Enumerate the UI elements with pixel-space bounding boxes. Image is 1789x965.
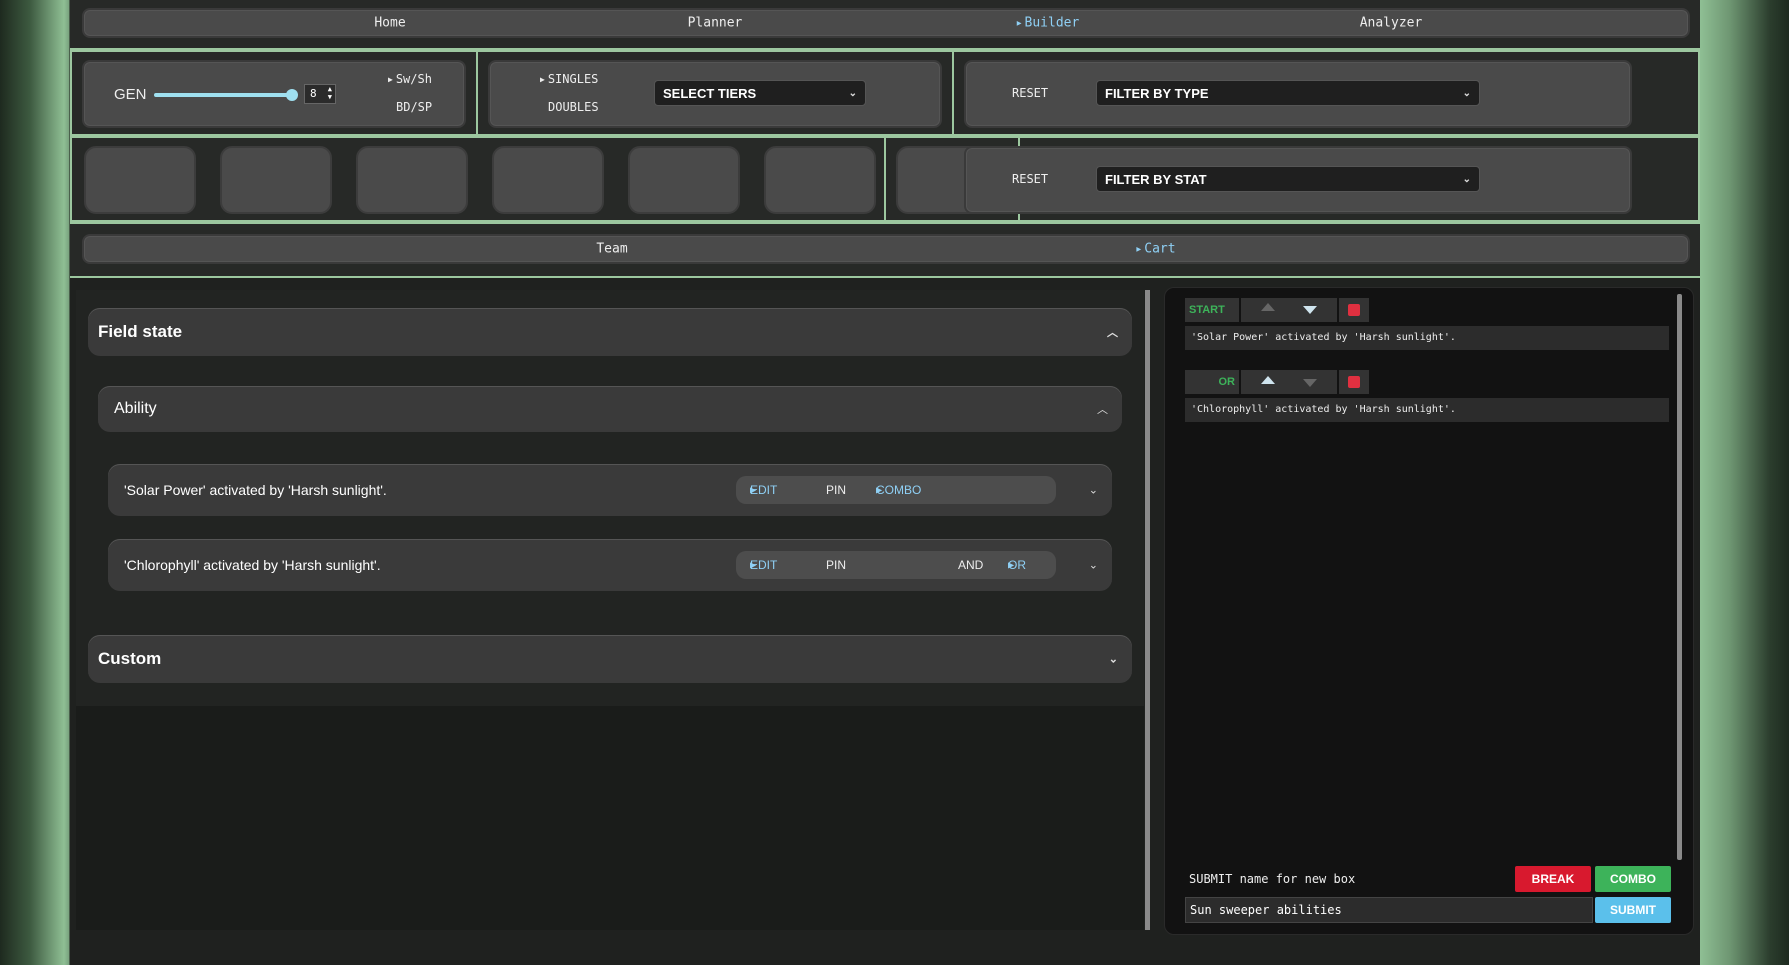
format-doubles[interactable]: DOUBLES xyxy=(548,100,599,114)
entry-text: 'Solar Power' activated by 'Harsh sunlig… xyxy=(1185,326,1669,350)
nav-analyzer[interactable]: Analyzer xyxy=(1360,16,1423,31)
gen-value: 8 xyxy=(310,87,317,100)
field-state-content: Field state ︿ Ability ︿ 'Solar Power' ac… xyxy=(76,290,1144,706)
team-slot[interactable] xyxy=(492,146,604,214)
field-state-accordion[interactable]: Field state ︿ xyxy=(88,308,1132,356)
ability-title: Ability xyxy=(114,400,157,417)
filter-by-type-dropdown[interactable]: FILTER BY TYPE ⌄ xyxy=(1096,80,1480,106)
field-state-title: Field state xyxy=(98,322,183,341)
stop-icon xyxy=(1348,376,1360,388)
chevron-down-icon: ⌄ xyxy=(1108,653,1118,666)
left-panel-scrollbar[interactable] xyxy=(1145,290,1150,930)
sub-nav-bar: Team ▶ Cart xyxy=(70,222,1700,278)
nav-builder[interactable]: ▶ Builder xyxy=(1017,16,1080,31)
chevron-down-icon: ⌄ xyxy=(1462,87,1471,99)
nav-planner[interactable]: Planner xyxy=(688,16,743,31)
type-reset-button[interactable]: RESET xyxy=(1012,86,1048,100)
active-caret-icon: ▶ xyxy=(540,75,545,84)
builder-scrollbar[interactable] xyxy=(1677,294,1682,860)
submit-button[interactable]: SUBMIT xyxy=(1595,897,1671,923)
ability-row: 'Chlorophyll' activated by 'Harsh sunlig… xyxy=(108,539,1112,591)
gen-slider[interactable] xyxy=(154,89,298,101)
gen-section: GEN 8 ▲ ▼ ▶ Sw/Sh BD/SP xyxy=(70,50,478,136)
combo-button[interactable]: COMBO xyxy=(1595,866,1671,892)
delete-entry-button[interactable] xyxy=(1339,370,1369,394)
pin-button[interactable]: PIN xyxy=(826,558,846,572)
ability-row: 'Solar Power' activated by 'Harsh sunlig… xyxy=(108,464,1112,516)
break-button[interactable]: BREAK xyxy=(1515,866,1591,892)
format-singles[interactable]: ▶ SINGLES xyxy=(540,72,598,86)
gen-pill: GEN 8 ▲ ▼ ▶ Sw/Sh BD/SP xyxy=(82,60,466,128)
gen-slider-thumb[interactable] xyxy=(286,89,298,101)
stop-icon xyxy=(1348,304,1360,316)
delete-entry-button[interactable] xyxy=(1339,298,1369,322)
team-slot[interactable] xyxy=(220,146,332,214)
move-controls xyxy=(1241,298,1337,322)
format-section: ▶ SINGLES DOUBLES SELECT TIERS ⌄ xyxy=(476,50,954,136)
top-nav-bar: Home Planner ▶ Builder Analyzer xyxy=(70,0,1700,50)
gen-stepper[interactable]: 8 ▲ ▼ xyxy=(304,84,336,104)
active-caret-icon: ▶ xyxy=(388,75,393,84)
stat-filter-section: RESET FILTER BY STAT ⌄ xyxy=(964,136,1700,222)
stat-filter-pill: RESET FILTER BY STAT ⌄ xyxy=(964,146,1632,214)
box-name-input[interactable] xyxy=(1185,897,1593,923)
ability-row-controls: ▶ EDIT PIN ▶ COMBO xyxy=(736,476,1056,504)
team-slot[interactable] xyxy=(84,146,196,214)
format-pill: ▶ SINGLES DOUBLES SELECT TIERS ⌄ xyxy=(488,60,942,128)
chevron-down-icon: ⌄ xyxy=(1462,173,1471,185)
subnav-pill: Team ▶ Cart xyxy=(82,234,1690,264)
chevron-down-icon[interactable]: ⌄ xyxy=(1089,484,1098,497)
stat-reset-button[interactable]: RESET xyxy=(1012,172,1048,186)
gen-opt-swsh[interactable]: ▶ Sw/Sh xyxy=(388,72,432,86)
chevron-down-icon: ⌄ xyxy=(848,87,857,99)
field-state-panel: Field state ︿ Ability ︿ 'Solar Power' ac… xyxy=(76,290,1144,930)
entry-text: 'Chlorophyll' activated by 'Harsh sunlig… xyxy=(1185,398,1669,422)
subnav-team[interactable]: Team xyxy=(596,242,627,257)
team-slots-section xyxy=(70,136,886,222)
nav-home[interactable]: Home xyxy=(374,16,405,31)
chevron-down-icon[interactable]: ⌄ xyxy=(1089,559,1098,572)
move-controls xyxy=(1241,370,1337,394)
nav-pill: Home Planner ▶ Builder Analyzer xyxy=(82,8,1690,38)
filter-by-stat-dropdown[interactable]: FILTER BY STAT ⌄ xyxy=(1096,166,1480,192)
subnav-cart[interactable]: ▶ Cart xyxy=(1136,242,1175,257)
arrow-down-icon[interactable] xyxy=(1303,306,1317,314)
arrow-up-icon[interactable] xyxy=(1261,376,1275,384)
entry-tag: START xyxy=(1185,298,1239,322)
active-caret-icon: ▶ xyxy=(1016,18,1022,28)
and-button[interactable]: AND xyxy=(958,558,983,572)
custom-title: Custom xyxy=(98,649,162,668)
team-slot[interactable] xyxy=(356,146,468,214)
ability-row-controls: ▶ EDIT PIN AND ▶ OR xyxy=(736,551,1056,579)
select-tiers-dropdown[interactable]: SELECT TIERS ⌄ xyxy=(654,80,866,106)
arrow-up-icon[interactable] xyxy=(1261,303,1275,311)
ability-row-text: 'Chlorophyll' activated by 'Harsh sunlig… xyxy=(124,557,381,573)
builder-panel: START 'Solar Power' activated by 'Harsh … xyxy=(1164,287,1694,935)
pin-button[interactable]: PIN xyxy=(826,483,846,497)
ability-row-text: 'Solar Power' activated by 'Harsh sunlig… xyxy=(124,482,387,498)
ability-accordion[interactable]: Ability ︿ xyxy=(98,386,1122,432)
chevron-up-icon: ︿ xyxy=(1097,404,1108,416)
team-slot[interactable] xyxy=(628,146,740,214)
type-filter-pill: RESET FILTER BY TYPE ⌄ xyxy=(964,60,1632,128)
gen-label: GEN xyxy=(114,86,147,103)
type-filter-section: RESET FILTER BY TYPE ⌄ xyxy=(952,50,1700,136)
app-root: Home Planner ▶ Builder Analyzer GEN 8 ▲ ▼ … xyxy=(70,0,1700,965)
custom-accordion[interactable]: Custom ⌄ xyxy=(88,635,1132,683)
chevron-up-icon: ︿ xyxy=(1107,327,1118,339)
arrow-down-icon[interactable] xyxy=(1303,379,1317,387)
entry-tag: OR xyxy=(1185,370,1239,394)
gen-opt-bdsp[interactable]: BD/SP xyxy=(396,100,432,114)
team-slot[interactable] xyxy=(764,146,876,214)
active-caret-icon: ▶ xyxy=(1136,244,1142,254)
submit-prompt: SUBMIT name for new box xyxy=(1189,872,1356,886)
stepper-arrows-icon[interactable]: ▲ ▼ xyxy=(328,85,332,101)
